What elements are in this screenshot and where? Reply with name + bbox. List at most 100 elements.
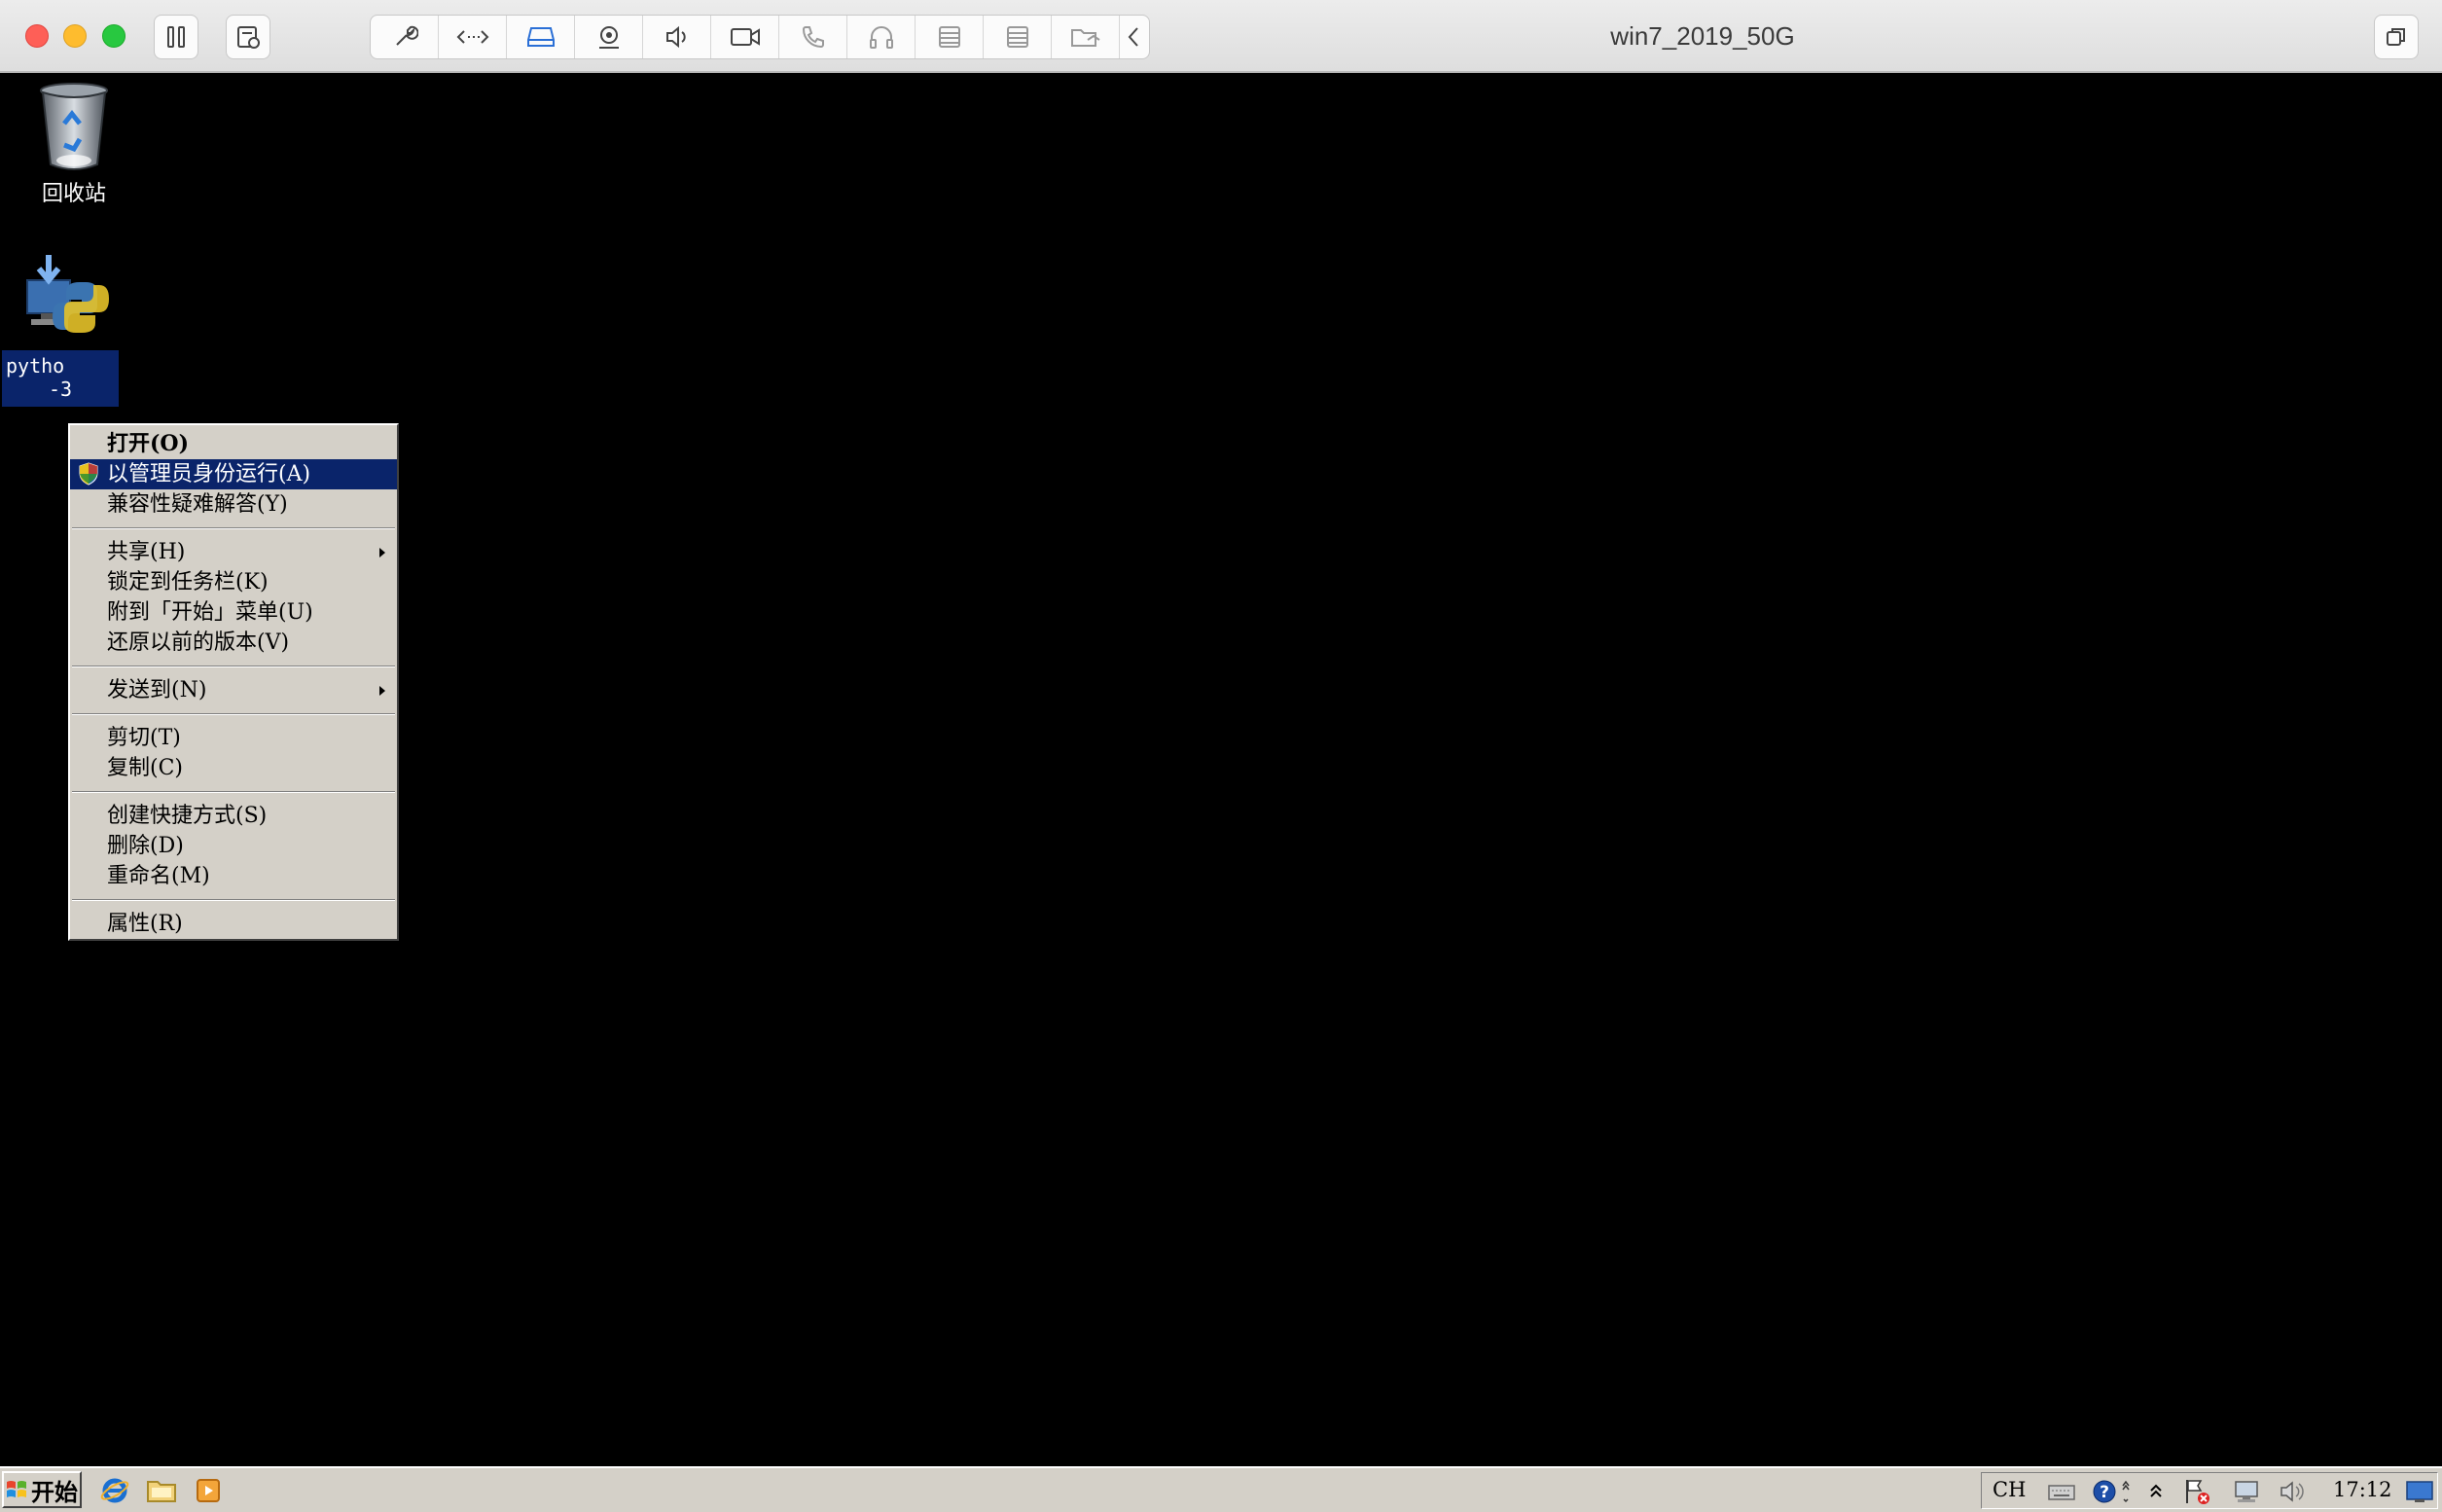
headphones-button[interactable] — [847, 16, 916, 58]
serial-port-icon — [938, 26, 960, 48]
menu-item-label: 属性(R) — [107, 912, 183, 936]
minimize-window-button[interactable] — [63, 24, 87, 48]
menu-item-label: 兼容性疑难解答(Y) — [107, 492, 288, 517]
collapse-toolbar-button[interactable] — [1120, 16, 1147, 58]
menu-item-label: 重命名(M) — [107, 864, 210, 888]
video-camera-button[interactable] — [711, 16, 779, 58]
ime-options-button[interactable] — [2119, 1478, 2133, 1505]
menu-item-label: 共享(H) — [107, 540, 186, 564]
menu-item-label: 以管理员身份运行(A) — [107, 462, 311, 486]
start-button[interactable]: 开始 — [2, 1471, 82, 1508]
show-hidden-icons-button[interactable] — [2146, 1478, 2166, 1505]
collapse-chevron-icon — [1128, 27, 1138, 47]
sound-button[interactable] — [643, 16, 711, 58]
keyboard-tray-button[interactable] — [2047, 1478, 2076, 1505]
show-desktop-icon — [2406, 1481, 2433, 1502]
python-label-line2: -3 — [49, 378, 73, 401]
volume-icon — [2280, 1481, 2304, 1502]
menu-item[interactable]: 打开(O) — [70, 429, 397, 459]
menu-separator — [70, 520, 397, 537]
flag-warning-icon — [2186, 1480, 2209, 1504]
menu-separator — [70, 783, 397, 801]
hard-drive-button[interactable] — [507, 16, 575, 58]
menu-item[interactable]: 锁定到任务栏(K) — [70, 567, 397, 597]
menu-item[interactable]: 发送到(N) — [70, 675, 397, 705]
context-menu: 打开(O) 以管理员身份运行(A) 兼容性疑难解答(Y) 共享(H) 锁定到任务栏(K)… — [68, 423, 399, 941]
network-icon — [2235, 1481, 2258, 1502]
snapshot-button[interactable] — [226, 15, 270, 59]
window-title: win7_2019_50G — [1610, 21, 1795, 51]
hard-drive-icon — [526, 27, 555, 47]
menu-item[interactable]: 共享(H) — [70, 537, 397, 567]
desktop[interactable]: 回收站 pytho -3 打开(O) 以管理员身份运行(A) 兼容性疑难解答(Y) 共… — [0, 75, 2442, 1466]
menu-item[interactable]: 还原以前的版本(V) — [70, 628, 397, 658]
menu-item[interactable]: 重命名(M) — [70, 861, 397, 891]
camera-device-button[interactable] — [575, 16, 643, 58]
network-tray-button[interactable] — [2232, 1478, 2261, 1505]
device-toolbar — [370, 15, 1150, 59]
settings-wrench-icon — [395, 25, 418, 46]
serial-port-2-icon — [1006, 26, 1028, 48]
quick-launch-ie[interactable] — [99, 1475, 130, 1506]
pause-icon — [167, 26, 185, 48]
volume-tray-button[interactable] — [2279, 1478, 2308, 1505]
media-player-icon — [197, 1479, 220, 1502]
restore-window-icon — [2387, 28, 2405, 46]
quick-launch-explorer[interactable] — [146, 1475, 177, 1506]
submenu-arrow-icon — [379, 686, 385, 696]
help-tray-button[interactable]: ? — [2090, 1478, 2119, 1505]
menu-item[interactable]: 附到「开始」菜单(U) — [70, 597, 397, 628]
recycle-bin-label: 回收站 — [41, 182, 106, 206]
camera-device-icon — [598, 26, 619, 49]
help-icon: ? — [2093, 1480, 2116, 1503]
close-window-button[interactable] — [25, 24, 49, 48]
start-label: 开始 — [31, 1478, 78, 1506]
phone-button[interactable] — [779, 16, 847, 58]
video-camera-icon — [730, 28, 760, 46]
code-button[interactable] — [439, 16, 507, 58]
keyboard-icon — [2048, 1485, 2075, 1500]
maximize-window-button[interactable] — [102, 24, 126, 48]
language-indicator[interactable]: CH — [1993, 1478, 2026, 1501]
code-arrows-icon — [456, 30, 488, 44]
speaker-icon — [665, 25, 686, 49]
python-label-line1: pytho — [6, 354, 65, 378]
phone-icon — [802, 26, 824, 49]
python-installer-icon — [26, 255, 109, 333]
settings-button[interactable] — [371, 16, 439, 58]
snapshot-icon — [237, 26, 260, 49]
restore-window-button[interactable] — [2374, 15, 2419, 59]
recycle-bin-icon — [40, 83, 108, 170]
menu-item-label: 还原以前的版本(V) — [107, 630, 290, 655]
python-installer-label: pytho -3 — [2, 350, 119, 407]
internet-explorer-icon — [100, 1478, 129, 1503]
windows-logo-icon — [7, 1481, 26, 1497]
clock[interactable]: 17:12 — [2333, 1478, 2392, 1501]
quick-launch-media[interactable] — [193, 1475, 224, 1506]
menu-item-label: 剪切(T) — [107, 726, 181, 750]
menu-item[interactable]: 属性(R) — [70, 909, 397, 939]
shared-folder-icon — [1070, 29, 1100, 47]
taskbar: 开始 CH ? 17:12 — [0, 1466, 2442, 1512]
pause-button[interactable] — [154, 15, 198, 59]
menu-item[interactable]: 创建快捷方式(S) — [70, 801, 397, 831]
chevron-up-icon — [2150, 1484, 2162, 1497]
shared-folder-button[interactable] — [1052, 16, 1120, 58]
menu-separator — [70, 891, 397, 909]
action-center-tray-button[interactable] — [2183, 1478, 2212, 1505]
menu-item[interactable]: 复制(C) — [70, 753, 397, 783]
recycle-bin-shortcut[interactable]: 回收站 — [19, 81, 128, 207]
menu-item[interactable]: 兼容性疑难解答(Y) — [70, 489, 397, 520]
menu-item[interactable]: 以管理员身份运行(A) — [70, 459, 397, 489]
menu-separator — [70, 705, 397, 723]
serial-port-2-button[interactable] — [984, 16, 1052, 58]
menu-item-label: 锁定到任务栏(K) — [107, 570, 269, 594]
show-desktop-button[interactable] — [2403, 1478, 2436, 1505]
svg-text:?: ? — [2100, 1483, 2109, 1502]
menu-item-label: 打开(O) — [107, 431, 189, 456]
serial-port-button[interactable] — [916, 16, 984, 58]
vm-window-titlebar: win7_2019_50G — [0, 0, 2442, 73]
menu-item[interactable]: 删除(D) — [70, 831, 397, 861]
menu-item[interactable]: 剪切(T) — [70, 723, 397, 753]
menu-item-label: 删除(D) — [107, 834, 184, 858]
